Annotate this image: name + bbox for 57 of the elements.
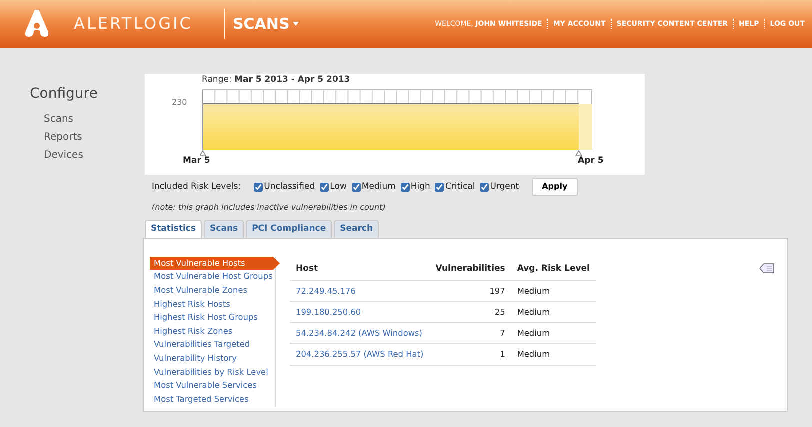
host-link[interactable]: 54.234.84.242 (AWS Windows)	[296, 328, 422, 338]
checkbox[interactable]	[480, 182, 490, 192]
host-link[interactable]: 199.180.250.60	[296, 306, 362, 317]
checkbox-label: Urgent	[490, 180, 520, 194]
report-menu-item[interactable]: Most Vulnerable Services	[150, 379, 275, 393]
sidebar-item[interactable]: Devices	[30, 147, 145, 165]
axis-tick-label: 230	[172, 97, 188, 109]
checkbox-label: Low	[330, 180, 347, 194]
report-menu-item[interactable]: Highest Risk Host Groups	[150, 311, 275, 325]
column-header: Host	[290, 258, 430, 280]
report-menu-item[interactable]: Vulnerability History	[150, 352, 275, 366]
report-menu-item[interactable]: Vulnerabilities by Risk Level	[150, 366, 275, 380]
table-cell: 197	[430, 280, 512, 302]
host-link[interactable]: 204.236.255.57 (AWS Red Hat)	[296, 349, 424, 360]
checkbox-label: Medium	[362, 180, 396, 194]
column-header: Vulnerabilities	[430, 258, 512, 280]
table-cell: Medium	[511, 322, 596, 344]
brand-name: ALERTLOGIC	[74, 13, 194, 35]
table-cell: 1	[430, 344, 512, 366]
axis-tick-label: Mar 5	[183, 155, 210, 168]
checkbox-label: Critical	[445, 180, 476, 194]
report-menu-item[interactable]: Most Vulnerable Zones	[150, 284, 275, 298]
graph-note: (note: this graph includes inactive vulnerabilities in count)	[151, 202, 387, 214]
host-link[interactable]: 72.249.45.176	[296, 286, 356, 296]
export-icon[interactable]	[759, 262, 775, 274]
checkbox-label: High	[410, 180, 430, 194]
risk-levels-label: Included Risk Levels:	[152, 180, 242, 194]
report-menu-item[interactable]: Most Targeted Services	[150, 392, 275, 406]
sidebar-item[interactable]: Scans	[30, 111, 145, 129]
column-header: Avg. Risk Level	[511, 258, 596, 280]
report-menu-item[interactable]: Vulnerabilities Targeted	[150, 338, 275, 352]
logo-icon	[24, 9, 50, 39]
axis-tick-label: Apr 5	[578, 155, 604, 168]
report-menu-item[interactable]: Most Vulnerable Host Groups	[150, 270, 275, 284]
checkbox-label: Unclassified	[264, 180, 316, 194]
checkbox[interactable]	[320, 182, 330, 192]
apply-button[interactable]: Apply	[532, 178, 578, 196]
table-cell: Medium	[511, 344, 596, 366]
checkbox[interactable]	[400, 182, 410, 192]
table-cell: 25	[430, 301, 512, 323]
range-label: Range: Mar 5 2013 - Apr 5 2013	[202, 74, 350, 87]
checkbox[interactable]	[352, 182, 361, 192]
caret-icon	[292, 22, 299, 26]
report-menu-item[interactable]: Most Vulnerable Hosts	[150, 256, 280, 270]
table-cell: Medium	[511, 280, 596, 302]
tab[interactable]: Search	[334, 220, 379, 238]
sidebar-title: Configure	[30, 85, 99, 104]
checkbox[interactable]	[435, 182, 444, 192]
sidebar-item[interactable]: Reports	[30, 129, 145, 147]
table-cell: Medium	[511, 301, 596, 323]
tab[interactable]: Scans	[204, 220, 244, 238]
table-cell: 7	[430, 322, 512, 344]
checkbox[interactable]	[254, 182, 264, 192]
report-menu-item[interactable]: Highest Risk Hosts	[150, 298, 275, 312]
tab[interactable]: Statistics	[145, 220, 202, 238]
tab[interactable]: PCI Compliance	[246, 220, 332, 238]
report-menu-item[interactable]: Highest Risk Zones	[150, 324, 275, 338]
